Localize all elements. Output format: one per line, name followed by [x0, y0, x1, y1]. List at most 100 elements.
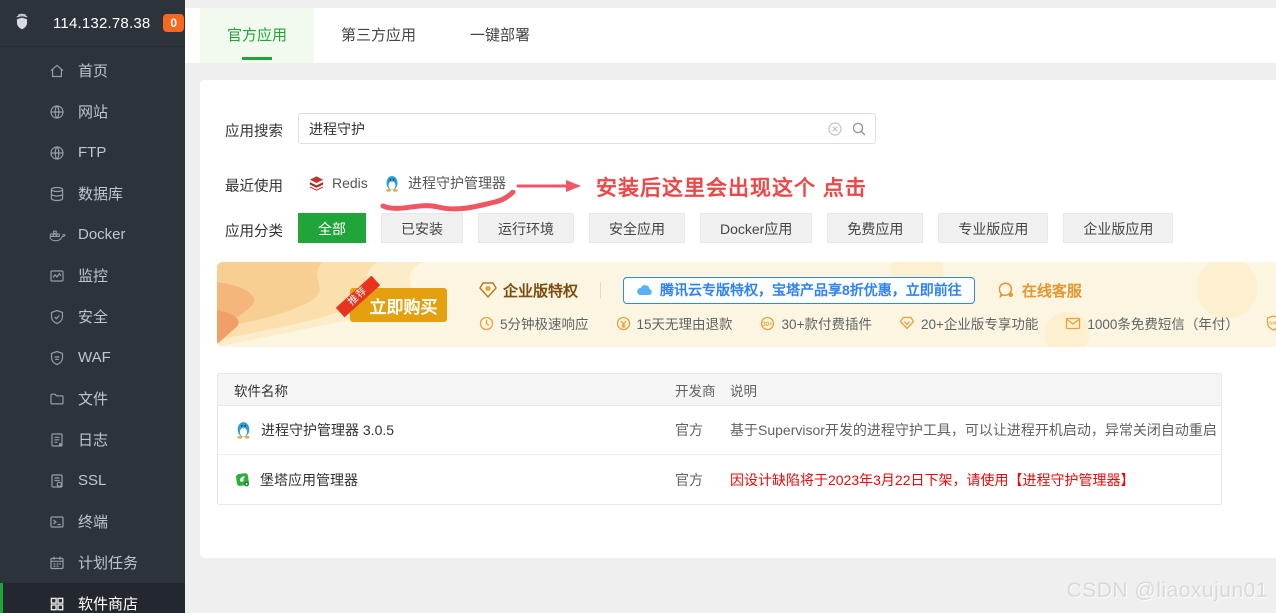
banner-divider: [600, 282, 601, 298]
category-all-button[interactable]: 全部: [298, 213, 366, 243]
category-pro-button[interactable]: 专业版应用: [938, 213, 1048, 243]
recent-app-redis[interactable]: Redis: [308, 172, 368, 194]
online-support-link[interactable]: 在线客服: [999, 280, 1082, 301]
banner-benefits-row: 5分钟极速响应 15天无理由退款 30+ 30+款付费插件 20+企业版专享功能…: [479, 313, 1276, 333]
software-table: 软件名称 开发商 说明 进程守护管理器 3.0.5 官方 基于Superviso…: [217, 373, 1222, 505]
buy-now-wrap: 立即购买 推荐: [350, 288, 447, 322]
tencent-cloud-link[interactable]: 腾讯云专版特权，宝塔产品享8折优惠，立即前往: [623, 277, 975, 304]
mail-icon: [1065, 317, 1081, 330]
category-enterprise-button[interactable]: 企业版应用: [1063, 213, 1173, 243]
sidebar-item-label: 计划任务: [78, 552, 138, 573]
sidebar-item-label: 软件商店: [78, 593, 138, 613]
annotation-arrow: [516, 178, 582, 194]
clock-icon: [479, 316, 494, 331]
search-input[interactable]: [299, 121, 827, 137]
sidebar-item-docker[interactable]: Docker: [0, 214, 185, 255]
enterprise-promo-banner: 立即购买 推荐 企业版特权 腾讯云专版特权，宝塔产品享8折优惠，立即前往: [217, 262, 1276, 347]
folder-icon: [48, 390, 66, 408]
shield-logo-icon: [13, 13, 33, 33]
benefit-sms: 1000条免费短信（年付）: [1065, 313, 1239, 333]
sidebar-item-label: 日志: [78, 429, 108, 450]
category-runtime-button[interactable]: 运行环境: [478, 213, 574, 243]
sidebar-item-label: 文件: [78, 388, 108, 409]
category-docker-button[interactable]: Docker应用: [700, 213, 812, 243]
banner-row-top: 企业版特权 腾讯云专版特权，宝塔产品享8折优惠，立即前往 在线客服: [479, 276, 1082, 304]
notification-badge[interactable]: 0: [163, 14, 184, 32]
terminal-icon: [48, 513, 66, 531]
annotation-text: 安装后这里会出现这个 点击: [596, 172, 867, 202]
sidebar-item-database[interactable]: 数据库: [0, 173, 185, 214]
sidebar-item-files[interactable]: 文件: [0, 378, 185, 419]
app-search-box: [298, 113, 876, 144]
tab-official-apps[interactable]: 官方应用: [200, 8, 314, 63]
sidebar-item-label: 网站: [78, 101, 108, 122]
sidebar-item-label: SSL: [78, 472, 106, 489]
software-developer: 官方: [675, 470, 730, 490]
sidebar-item-waf[interactable]: WAF: [0, 337, 185, 378]
sidebar-item-home[interactable]: 首页: [0, 50, 185, 91]
sidebar-item-website[interactable]: 网站: [0, 91, 185, 132]
sidebar-item-ftp[interactable]: FTP: [0, 132, 185, 173]
sidebar-item-label: 终端: [78, 511, 108, 532]
chat-icon: [999, 282, 1016, 298]
category-security-button[interactable]: 安全应用: [589, 213, 685, 243]
software-developer: 官方: [675, 420, 730, 440]
sidebar-item-label: WAF: [78, 349, 111, 366]
redis-icon: [308, 175, 325, 192]
grid-icon: [48, 595, 66, 613]
recent-label: 最近使用: [225, 175, 283, 196]
sidebar-item-label: 首页: [78, 60, 108, 81]
app-manager-icon: [234, 471, 252, 489]
benefit-features: 20+企业版专享功能: [899, 313, 1038, 333]
globe-icon: [48, 103, 66, 121]
log-file-icon: [48, 431, 66, 449]
recent-app-name: Redis: [332, 175, 368, 191]
sidebar-item-monitor[interactable]: 监控: [0, 255, 185, 296]
sidebar-item-cron[interactable]: 计划任务: [0, 542, 185, 583]
sidebar-item-app-store[interactable]: 软件商店: [0, 583, 185, 613]
thirty-plus-icon: 30+: [760, 316, 776, 331]
tux-icon: [234, 420, 253, 440]
category-label: 应用分类: [225, 220, 283, 241]
sidebar-item-security[interactable]: 安全: [0, 296, 185, 337]
table-row-process-guard[interactable]: 进程守护管理器 3.0.5 官方 基于Supervisor开发的进程守护工具，可…: [218, 406, 1221, 455]
software-description-warning: 因设计缺陷将于2023年3月22日下架，请使用【进程守护管理器】: [730, 470, 1221, 490]
benefit-response: 5分钟极速响应: [479, 313, 589, 333]
sidebar-item-label: 安全: [78, 306, 108, 327]
enterprise-privilege-title: 企业版特权: [479, 280, 578, 301]
globe-icon: [48, 144, 66, 162]
sidebar-header: 114.132.78.38 0: [0, 0, 185, 47]
search-icon[interactable]: [851, 121, 867, 137]
diamond-badge-icon: [479, 282, 497, 298]
col-developer: 开发商: [675, 380, 730, 400]
database-icon: [48, 185, 66, 203]
benefit-plugins: 30+ 30+款付费插件: [760, 313, 872, 333]
category-free-button[interactable]: 免费应用: [827, 213, 923, 243]
certificate-icon: [48, 472, 66, 490]
home-icon: [48, 62, 66, 80]
shield-icon: [48, 349, 66, 367]
csdn-watermark: CSDN @liaoxujun01: [1067, 579, 1268, 603]
category-installed-button[interactable]: 已安装: [381, 213, 463, 243]
clear-icon[interactable]: [827, 121, 843, 137]
calendar-icon: [48, 554, 66, 572]
sidebar-nav: 首页 网站 FTP 数据库 Docker 监控 安全 WAF: [0, 47, 185, 613]
server-ip: 114.132.78.38: [53, 15, 150, 32]
app-store-tabbar: 官方应用 第三方应用 一键部署: [185, 8, 1276, 63]
tab-one-click-deploy[interactable]: 一键部署: [443, 8, 557, 63]
table-row-bt-app-manager[interactable]: 堡塔应用管理器 官方 因设计缺陷将于2023年3月22日下架，请使用【进程守护管…: [218, 455, 1221, 504]
sidebar-item-ssl[interactable]: SSL: [0, 460, 185, 501]
benefit-ssl: SSL 2张SSL商用证: [1266, 313, 1276, 333]
sidebar-item-logs[interactable]: 日志: [0, 419, 185, 460]
search-label: 应用搜索: [225, 120, 283, 141]
app-store-panel: 应用搜索 最近使用 Redis 进程守护管理器 安装后这里会出现这个 点击 应用…: [200, 80, 1276, 558]
cloud-icon: [636, 283, 654, 297]
col-description: 说明: [730, 380, 1221, 400]
software-name: 进程守护管理器 3.0.5: [261, 420, 394, 440]
svg-text:30+: 30+: [762, 321, 773, 327]
sidebar-item-terminal[interactable]: 终端: [0, 501, 185, 542]
sidebar-item-label: Docker: [78, 226, 126, 243]
tab-third-party-apps[interactable]: 第三方应用: [314, 8, 443, 63]
monitor-chart-icon: [48, 267, 66, 285]
sidebar-item-label: 监控: [78, 265, 108, 286]
